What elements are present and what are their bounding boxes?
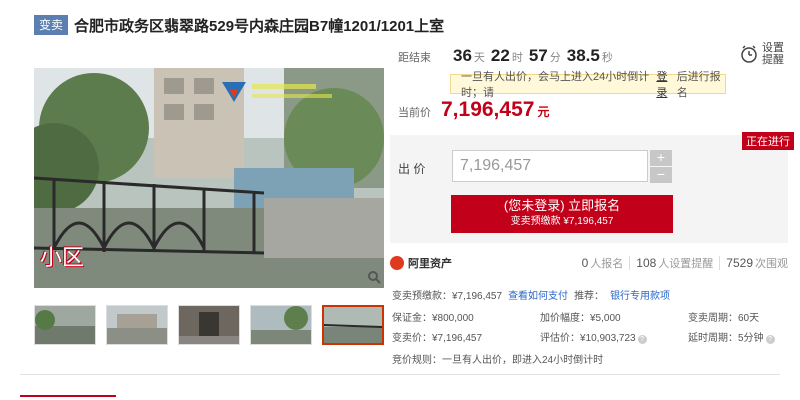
stat-divider: [719, 256, 721, 270]
bid-notice: 一旦有人出价，会马上进入24小时倒计时；请 登录 后进行报名: [450, 71, 726, 99]
auction-info-grid: 保证金：¥800,000 加价幅度：¥5,000 变卖周期：60天 变卖价：¥7…: [392, 306, 788, 346]
countdown-timer: 距结束 36 天 22 时 57 分 38.5 秒: [398, 46, 613, 66]
current-price-value: 7,196,457: [441, 98, 535, 121]
extension-period: 延时周期：5分钟?: [688, 329, 788, 344]
status-badge: 正在进行: [742, 132, 794, 150]
thumbnail-4[interactable]: [250, 305, 312, 345]
stat-divider: [629, 256, 631, 270]
security-deposit: 保证金：¥800,000: [392, 312, 474, 324]
register-button-label: (您未登录) 立即报名: [503, 198, 621, 213]
extension-period-text: 延时周期：5分钟: [688, 332, 764, 344]
set-reminder-label: 设置提醒: [762, 42, 784, 66]
main-photo[interactable]: 小区: [34, 68, 384, 288]
countdown-seconds: 38.5: [566, 46, 600, 65]
magnify-icon[interactable]: [367, 270, 381, 284]
deposit-amount: 变卖预缴款：¥7,196,457: [392, 291, 503, 302]
current-price-row: 当前价 7,196,457 元: [398, 98, 549, 122]
active-tab-indicator: [20, 395, 116, 400]
brand-name: 阿里资产: [408, 258, 452, 270]
bank-payment-link[interactable]: 银行专用款项: [610, 287, 670, 302]
auction-stats: 0 人报名 108 人设置提醒 7529 次围观: [582, 255, 788, 271]
set-reminder-button[interactable]: 设置提醒: [740, 42, 786, 66]
section-divider: [20, 374, 780, 375]
notice-prefix: 一旦有人出价，会马上进入24小时倒计时；请: [461, 71, 650, 99]
view-count-label: 次围观: [755, 258, 788, 270]
countdown-hours: 22: [490, 46, 510, 65]
bid-stepper: + −: [650, 150, 672, 184]
countdown-hours-unit: 时: [511, 52, 523, 64]
thumbnail-2[interactable]: [106, 305, 168, 345]
view-count: 7529: [726, 256, 753, 270]
sale-period: 变卖周期：60天: [688, 312, 760, 324]
ali-assets-logo-icon: [390, 256, 404, 270]
signup-count-label: 人报名: [590, 258, 624, 270]
deposit-line: 变卖预缴款：¥7,196,457 查看如何支付 推荐： 银行专用款项: [392, 287, 670, 302]
signup-count: 0: [581, 256, 589, 270]
appraisal-price: 评估价：¥10,903,723?: [540, 329, 688, 344]
sale-type-tag: 变卖: [34, 15, 69, 35]
countdown-days-unit: 天: [473, 52, 485, 64]
current-price-unit: 元: [537, 105, 550, 119]
bid-increment: 加价幅度：¥5,000: [540, 312, 621, 324]
info-row: 变卖价：¥7,196,457 评估价：¥10,903,723? 延时周期：5分钟…: [392, 326, 788, 346]
register-button-deposit: 变卖预缴款 ¥7,196,457: [510, 216, 614, 227]
thumbnail-strip: [34, 305, 384, 345]
info-row: 保证金：¥800,000 加价幅度：¥5,000 变卖周期：60天: [392, 306, 788, 326]
thumbnail-3[interactable]: [178, 305, 240, 345]
bid-increase-button[interactable]: +: [650, 150, 672, 166]
property-photo-image: [34, 68, 384, 288]
recommend-label: 推荐：: [574, 291, 605, 302]
reminder-count: 108: [636, 256, 657, 270]
thumbnail-5-selected[interactable]: [322, 305, 384, 345]
countdown-days: 36: [453, 46, 472, 65]
brand: 阿里资产: [390, 255, 452, 271]
notice-suffix: 后进行报名: [676, 71, 721, 99]
bid-decrease-button[interactable]: −: [650, 167, 672, 183]
how-to-pay-link[interactable]: 查看如何支付: [508, 287, 568, 302]
help-icon[interactable]: ?: [765, 334, 775, 344]
appraisal-price-text: 评估价：¥10,903,723: [540, 332, 636, 344]
countdown-minutes: 57: [528, 46, 548, 65]
countdown-minutes-unit: 分: [549, 52, 561, 64]
help-icon[interactable]: ?: [637, 334, 647, 344]
register-now-button[interactable]: (您未登录) 立即报名 变卖预缴款 ¥7,196,457: [451, 195, 673, 233]
bid-amount-input[interactable]: [452, 150, 648, 182]
login-link[interactable]: 登录: [656, 68, 675, 100]
sale-price: 变卖价：¥7,196,457: [392, 332, 483, 344]
countdown-seconds-unit: 秒: [601, 52, 613, 64]
page-title: 合肥市政务区翡翠路529号内森庄园B7幢1201/1201上室: [74, 17, 445, 35]
stats-row: 阿里资产 0 人报名 108 人设置提醒 7529 次围观: [390, 252, 788, 274]
bidding-rule: 竞价规则：一旦有人出价，即进入24小时倒计时: [392, 355, 604, 366]
photo-caption: 小区: [40, 246, 85, 271]
current-price-label: 当前价: [398, 107, 431, 119]
reminder-count-label: 人设置提醒: [658, 258, 714, 270]
thumbnail-1[interactable]: [34, 305, 96, 345]
bid-label: 出 价: [398, 162, 426, 176]
countdown-label: 距结束: [398, 52, 431, 64]
alarm-clock-icon: [741, 45, 757, 63]
title-bar: 变卖 合肥市政务区翡翠路529号内森庄园B7幢1201/1201上室: [34, 14, 444, 36]
